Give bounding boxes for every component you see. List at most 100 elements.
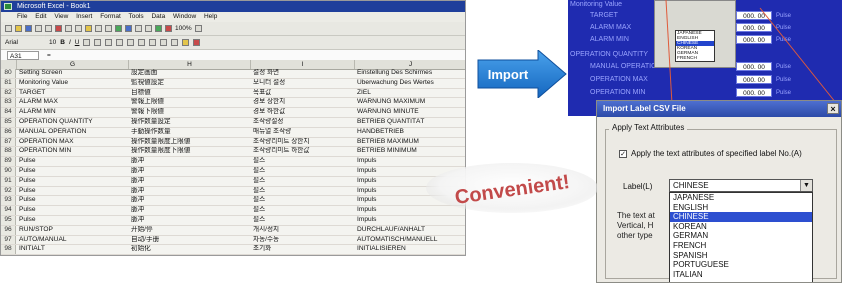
row-number[interactable]: 96 — [1, 225, 16, 235]
dropdown-option[interactable]: KOREAN — [670, 222, 812, 232]
row-number[interactable]: 93 — [1, 196, 16, 206]
copy-icon[interactable] — [75, 25, 82, 32]
cell-h[interactable]: 脈冲 — [131, 206, 249, 215]
font-size-select[interactable]: 10 — [49, 39, 56, 46]
cell-i[interactable]: 조작량설정 — [253, 118, 353, 127]
cell-h[interactable]: 操作数量設定 — [131, 118, 249, 127]
cell-i[interactable]: 매뉴얼 조작량 — [253, 128, 353, 137]
cell-g[interactable]: Pulse — [19, 167, 127, 176]
fill-color-icon[interactable] — [182, 39, 190, 46]
cell-g[interactable]: OPERATION MIN — [19, 147, 127, 156]
row-number[interactable]: 87 — [1, 137, 16, 147]
cell-i[interactable]: 펄스 — [253, 177, 353, 186]
cell-j[interactable]: Überwachung Des Wertes — [357, 79, 465, 88]
dropdown-option-selected[interactable]: CHINESE — [670, 212, 812, 222]
cell-h[interactable]: 操作数量限度上限値 — [131, 138, 249, 147]
cell-g[interactable]: AUTO/MANUAL — [19, 236, 127, 245]
align-right-icon[interactable] — [105, 39, 113, 46]
align-left-icon[interactable] — [83, 39, 91, 46]
menu-help[interactable]: Help — [204, 13, 217, 20]
italic-button[interactable]: I — [69, 39, 71, 46]
cell-g[interactable]: OPERATION MAX — [19, 138, 127, 147]
cell-h[interactable]: 脈冲 — [131, 187, 249, 196]
row-number[interactable]: 89 — [1, 157, 16, 166]
font-color-icon[interactable] — [193, 39, 201, 46]
dropdown-option[interactable]: GERMAN — [670, 231, 812, 241]
indent-icon[interactable] — [160, 39, 168, 46]
cell-i[interactable]: 조작량리미트 하한값 — [253, 147, 353, 156]
cell-g[interactable]: MANUAL OPERATION — [19, 128, 127, 137]
cell-h[interactable]: 脈冲 — [131, 216, 249, 225]
borders-icon[interactable] — [171, 39, 179, 46]
cell-i[interactable]: 펄스 — [253, 187, 353, 196]
cell-j[interactable]: WARNUNG MINUTE — [357, 108, 465, 117]
cell-g[interactable]: OPERATION QUANTITY — [19, 118, 127, 127]
select-all-corner[interactable] — [1, 60, 17, 69]
cell-h[interactable]: 目標値 — [131, 89, 249, 98]
bold-button[interactable]: B — [60, 39, 65, 46]
menu-window[interactable]: Window — [173, 13, 196, 20]
row-number[interactable]: 97 — [1, 235, 16, 245]
label-language-select[interactable]: CHINESE ▼ — [669, 179, 813, 192]
cell-i[interactable]: 펄스 — [253, 216, 353, 225]
dropdown-option[interactable]: JAPANESE — [670, 193, 812, 203]
menu-file[interactable]: File — [17, 13, 27, 20]
cell-h[interactable]: 初始化 — [131, 245, 249, 254]
cell-g[interactable]: INITIALT — [19, 245, 127, 254]
cell-h[interactable]: 警報上限値 — [131, 98, 249, 107]
cell-g[interactable]: TARGET — [19, 89, 127, 98]
row-number[interactable]: 81 — [1, 78, 16, 88]
cell-i[interactable]: 펄스 — [253, 196, 353, 205]
cell-g[interactable]: Pulse — [19, 206, 127, 215]
cell-i[interactable]: 목표값 — [253, 89, 353, 98]
cell-j[interactable]: Impuls — [357, 216, 465, 225]
cell-h[interactable]: 脈冲 — [131, 196, 249, 205]
new-file-icon[interactable] — [5, 25, 12, 32]
redo-icon[interactable] — [105, 25, 112, 32]
row-number[interactable]: 86 — [1, 127, 16, 137]
drawing-icon[interactable] — [165, 25, 172, 32]
menu-data[interactable]: Data — [151, 13, 165, 20]
column-header-j[interactable]: J — [355, 60, 465, 69]
cell-j[interactable]: WARNUNG MAXIMUM — [357, 98, 465, 107]
menu-edit[interactable]: Edit — [35, 13, 46, 20]
row-number[interactable]: 80 — [1, 69, 16, 78]
font-name-select[interactable]: Arial — [5, 39, 45, 46]
row-number[interactable]: 84 — [1, 108, 16, 117]
cell-h[interactable]: 警報下限値 — [131, 108, 249, 117]
cell-h[interactable]: 設定画面 — [131, 69, 249, 78]
merge-center-icon[interactable] — [116, 39, 124, 46]
cell-i[interactable]: 조작량리미트 상한치 — [253, 138, 353, 147]
cell-g[interactable]: Pulse — [19, 157, 127, 166]
row-number[interactable]: 98 — [1, 245, 16, 255]
print-preview-icon[interactable] — [45, 25, 52, 32]
cell-i[interactable]: 개시/정지 — [253, 226, 353, 235]
cell-g[interactable]: Pulse — [19, 187, 127, 196]
autosum-icon[interactable] — [125, 25, 132, 32]
menu-view[interactable]: View — [54, 13, 68, 20]
cut-icon[interactable] — [65, 25, 72, 32]
chart-wizard-icon[interactable] — [155, 25, 162, 32]
close-icon[interactable]: × — [827, 103, 839, 114]
comma-style-icon[interactable] — [149, 39, 157, 46]
cell-h[interactable]: 手動操作数量 — [131, 128, 249, 137]
dropdown-option[interactable]: ENGLISH — [670, 203, 812, 213]
sort-ascending-icon[interactable] — [135, 25, 142, 32]
cell-g[interactable]: ALARM MIN — [19, 108, 127, 117]
row-number[interactable]: 85 — [1, 117, 16, 127]
column-header-g[interactable]: G — [17, 60, 129, 69]
column-header-i[interactable]: I — [251, 60, 355, 69]
name-box[interactable]: A31 — [7, 51, 39, 60]
apply-attributes-label[interactable]: Apply the text attributes of specified l… — [631, 149, 802, 158]
cell-g[interactable]: Setting Screen — [19, 69, 127, 78]
row-number[interactable]: 92 — [1, 186, 16, 196]
cell-i[interactable]: 자동/수동 — [253, 236, 353, 245]
cell-i[interactable]: 경보 하한값 — [253, 108, 353, 117]
cell-g[interactable]: Pulse — [19, 216, 127, 225]
menu-format[interactable]: Format — [100, 13, 121, 20]
cell-i[interactable]: 펄스 — [253, 157, 353, 166]
row-number[interactable]: 88 — [1, 147, 16, 157]
menu-tools[interactable]: Tools — [128, 13, 143, 20]
underline-button[interactable]: U — [75, 39, 80, 46]
sort-descending-icon[interactable] — [145, 25, 152, 32]
